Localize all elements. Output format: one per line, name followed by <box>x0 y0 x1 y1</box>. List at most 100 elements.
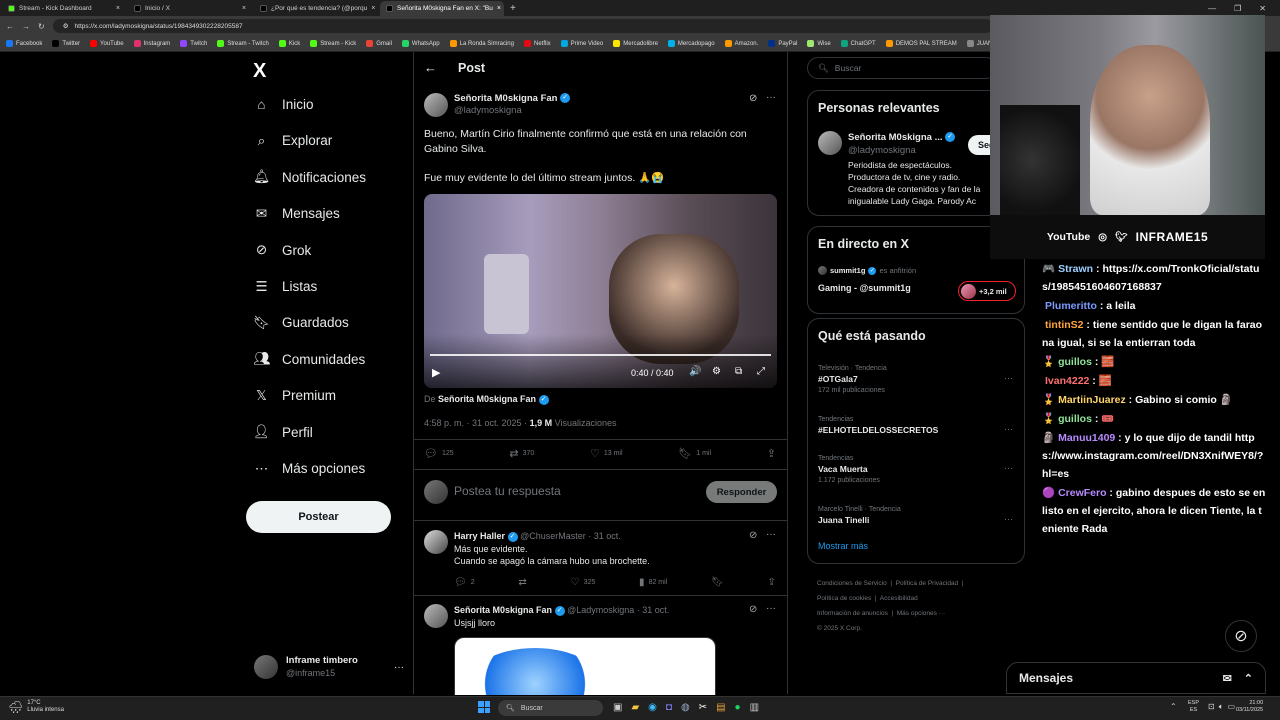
relevant-handle[interactable]: @ladymoskigna <box>848 145 916 156</box>
nav-item-comunidades[interactable]: 👥︎ Comunidades <box>253 351 365 367</box>
post-button[interactable]: Postear <box>246 501 391 533</box>
repost-action[interactable]: ⇄ 370 <box>509 447 534 460</box>
bookmark-item[interactable]: Stream - Kick <box>310 40 356 47</box>
nav-item-mas-opciones[interactable]: ⋯ Más opciones <box>254 461 366 477</box>
live-listeners[interactable]: +3,2 mil <box>958 281 1016 301</box>
trend-more-icon[interactable]: ··· <box>1004 373 1013 384</box>
system-tray[interactable]: ⊡ 🔈︎ ▭ <box>1208 702 1235 712</box>
reply-author[interactable]: Harry Haller <box>454 531 505 541</box>
nav-item-notificaciones[interactable]: 🔔︎ Notificaciones <box>253 169 366 185</box>
grok-icon[interactable]: ⊘ <box>749 604 757 615</box>
live-host[interactable]: summit1g ✓ es anfitrión <box>818 266 916 275</box>
bookmark-item[interactable]: Mercadolibre <box>613 40 658 47</box>
bookmark-item[interactable]: Kick <box>278 40 300 47</box>
bookmark-item[interactable]: Twitch <box>180 40 207 47</box>
bookmark-item[interactable]: Stream - Twitch <box>217 40 269 47</box>
trend-item[interactable]: Marcelo Tinelli · Tendencia Juana Tinelli… <box>818 504 1018 526</box>
forward-icon[interactable]: → <box>22 22 30 31</box>
trend-more-icon[interactable]: ··· <box>1004 463 1013 474</box>
fullscreen-icon[interactable]: ⤢ <box>757 366 765 377</box>
trend-item[interactable]: Televisión · Tendencia #OTGala7 172 mil pu… <box>818 363 1018 396</box>
app-icon[interactable]: ▤ <box>716 702 725 713</box>
tray-chevron-icon[interactable]: ⌃ <box>1170 702 1177 711</box>
footer-link[interactable]: Más opciones ··· <box>897 610 945 617</box>
source-author[interactable]: Señorita M0skigna Fan <box>438 394 536 404</box>
bookmark-item[interactable]: La Ronda Simracing <box>449 40 514 47</box>
messages-drawer[interactable]: Mensajes ✉ ⌃ <box>1006 662 1266 694</box>
obs-icon[interactable]: ▥ <box>750 702 759 713</box>
browser-tab[interactable]: ¿Por qué es tendencia? (@porqu × <box>254 1 378 16</box>
reply-more-icon[interactable]: ··· <box>766 529 776 540</box>
footer-link[interactable]: Política de cookies <box>817 595 871 602</box>
avatar[interactable] <box>424 604 448 628</box>
close-window-icon[interactable]: ✕ <box>1259 2 1266 16</box>
file-explorer-icon[interactable]: ▰ <box>631 702 639 713</box>
expand-icon[interactable]: ⌃ <box>1244 672 1253 685</box>
edge-icon[interactable]: ◉ <box>648 702 657 713</box>
trend-more-icon[interactable]: ··· <box>1004 514 1013 525</box>
reply-more-icon[interactable]: ··· <box>766 603 776 614</box>
nav-item-inicio[interactable]: ⌂ Inicio <box>254 97 313 112</box>
reply-handle[interactable]: @ChuserMaster <box>520 531 586 541</box>
new-tab-button[interactable]: + <box>510 2 516 16</box>
grok-icon[interactable]: ⊘ <box>749 93 757 104</box>
nav-item-mensajes[interactable]: ✉ Mensajes <box>254 206 340 222</box>
footer-link[interactable]: Accesibilidad <box>880 595 918 602</box>
reply-action[interactable]: 💬︎ 125 <box>424 447 454 460</box>
video-player[interactable]: ▶ 0:40 / 0:40 🔊 ⚙ ⧉ ⤢ <box>424 194 777 388</box>
browser-tab[interactable]: Inicio / X × <box>128 1 252 16</box>
relevant-name[interactable]: Señorita M0skigna ... <box>848 132 943 143</box>
bookmark-item[interactable]: YouTube <box>90 40 124 47</box>
bookmark-item[interactable]: WhatsApp <box>401 40 440 47</box>
account-switcher[interactable]: Inframe timbero @inframe15 ··· <box>254 652 404 682</box>
share-icon[interactable]: ⇪ <box>767 447 776 460</box>
weather-widget[interactable]: 🌧︎ 17°C Lluvia intensa <box>8 700 64 714</box>
grok-icon[interactable]: ⊘ <box>749 530 757 541</box>
task-view-icon[interactable]: ▣ <box>613 702 622 713</box>
site-info-icon[interactable]: ⚙ <box>63 22 69 30</box>
like-action[interactable]: ♡ 325 <box>571 577 596 588</box>
post-timestamp[interactable]: 4:58 p. m. · 31 oct. 2025 · <box>424 418 527 428</box>
author-handle[interactable]: @ladymoskigna <box>454 105 522 116</box>
browser-tab[interactable]: Stream - Kick Dashboard × <box>2 1 126 16</box>
more-icon[interactable]: ··· <box>394 662 404 673</box>
bookmark-action[interactable]: 🔖︎ 1 mil <box>678 447 711 460</box>
bookmark-item[interactable]: Netflix <box>523 40 551 47</box>
bookmark-item[interactable]: Instagram <box>133 40 170 47</box>
bookmark-item[interactable]: Wise <box>807 40 831 47</box>
reply-author[interactable]: Señorita M0skigna Fan <box>454 605 552 615</box>
bookmark-item[interactable]: Prime Video <box>560 40 603 47</box>
close-tab-icon[interactable]: × <box>116 5 120 12</box>
spotify-icon[interactable]: ● <box>735 702 741 713</box>
like-action[interactable]: ♡ 13 mil <box>590 447 623 460</box>
discord-icon[interactable]: ◘ <box>666 702 672 713</box>
share-icon[interactable]: ⇪ <box>768 577 776 588</box>
trend-more-icon[interactable]: ··· <box>1004 424 1013 435</box>
footer-link[interactable]: Política de Privacidad <box>896 580 959 587</box>
author-avatar[interactable] <box>424 93 448 117</box>
post-more-icon[interactable]: ··· <box>766 92 776 103</box>
capcut-icon[interactable]: ✂ <box>699 702 707 713</box>
repost-action[interactable]: ⇄ <box>518 577 526 588</box>
bookmark-item[interactable]: Facebook <box>6 40 42 47</box>
reply-input[interactable]: Postea tu respuesta <box>454 484 561 498</box>
avatar[interactable] <box>818 131 842 155</box>
clock[interactable]: 21:00 03/11/2025 <box>1236 700 1263 714</box>
nav-item-listas[interactable]: ☰ Listas <box>254 279 317 295</box>
settings-icon[interactable]: ⚙ <box>712 366 721 377</box>
bookmark-item[interactable]: Amazon. <box>724 40 758 47</box>
reply-button[interactable]: Responder <box>706 481 777 503</box>
browser-tab[interactable]: Señorita M0skigna Fan en X: "Bu × <box>380 1 504 16</box>
bookmark-item[interactable]: DEMOS PAL STREAM <box>885 40 957 47</box>
bookmark-icon[interactable]: 🔖︎ <box>711 577 724 588</box>
steam-icon[interactable]: ◍ <box>681 702 690 713</box>
views-action[interactable]: ▮ 82 mil <box>639 577 667 588</box>
video-progress-bar[interactable] <box>430 354 771 356</box>
trend-item[interactable]: Tendencias Vaca Muerta 1.172 publicaciones… <box>818 453 1018 486</box>
trend-item[interactable]: Tendencias #ELHOTELDELOSSECRETOS ··· <box>818 414 1018 436</box>
back-icon[interactable]: ← <box>6 22 14 31</box>
live-space-title[interactable]: Gaming - @summit1g <box>818 283 911 293</box>
language-indicator[interactable]: ESP ES <box>1188 700 1199 714</box>
bookmark-item[interactable]: Twitter <box>52 40 80 47</box>
search-input[interactable]: 🔍︎ Buscar <box>807 57 997 79</box>
